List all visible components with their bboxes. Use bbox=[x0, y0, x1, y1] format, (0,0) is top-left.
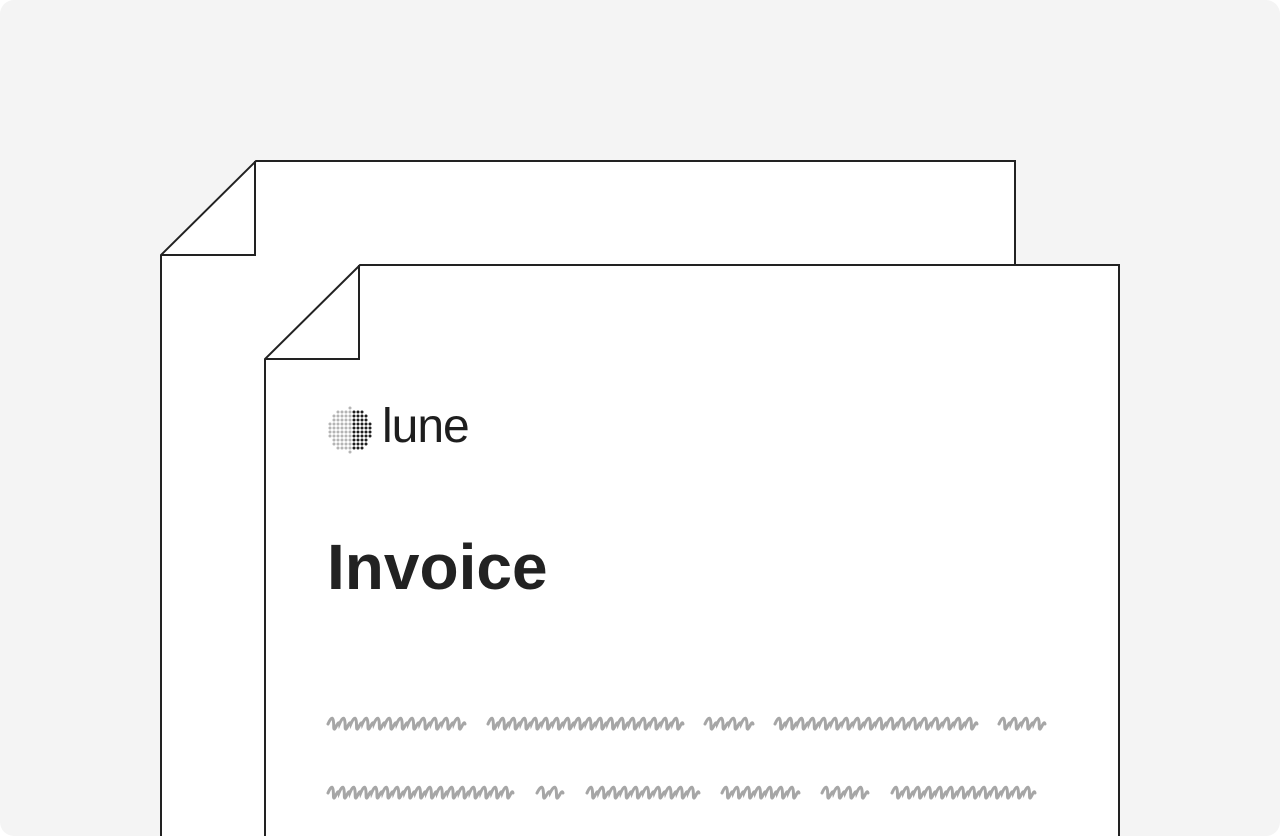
scribble-word bbox=[773, 716, 979, 731]
scribble-word bbox=[326, 716, 467, 731]
scribble-word bbox=[720, 785, 801, 800]
scribble-word bbox=[997, 716, 1047, 731]
scribble-word bbox=[890, 785, 1037, 800]
scribble-word bbox=[326, 785, 515, 800]
scribble-word bbox=[820, 785, 870, 800]
scribble-word bbox=[486, 716, 685, 731]
scribble-word bbox=[535, 785, 565, 800]
placeholder-text-lines bbox=[326, 716, 1047, 800]
scribble-word bbox=[703, 716, 755, 731]
illustration-background: lune Invoice bbox=[0, 0, 1280, 836]
scribble-word bbox=[585, 785, 701, 800]
